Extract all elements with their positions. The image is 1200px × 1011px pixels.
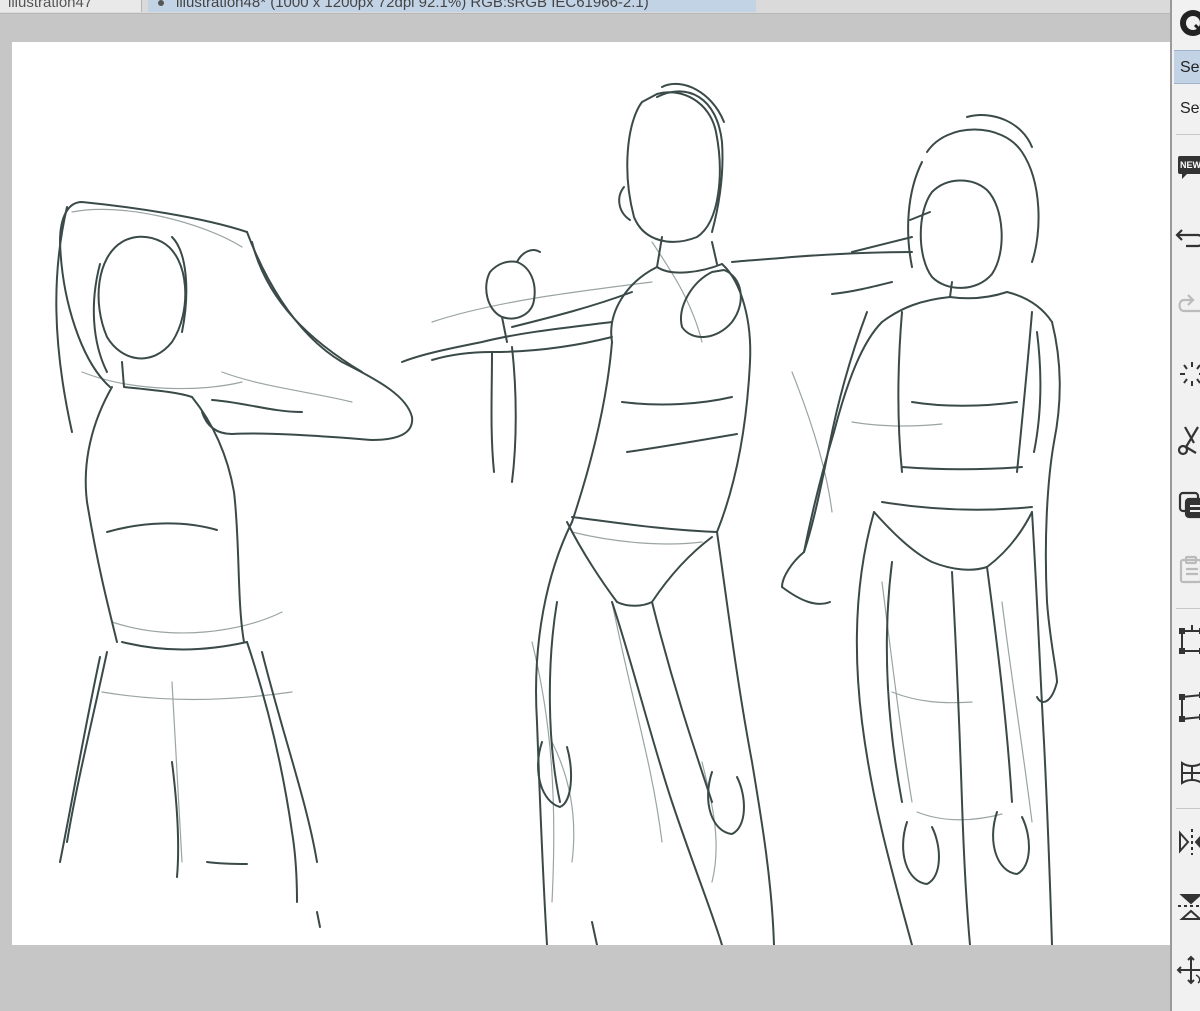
sketch-drawing [55, 82, 1061, 945]
set-button-label: Set [1180, 59, 1200, 76]
set-button-label: Set [1180, 100, 1200, 117]
redo-icon [1178, 294, 1200, 313]
unsaved-dot-icon [158, 0, 164, 7]
flip-horizontal-button[interactable] [1174, 822, 1200, 862]
set-button-2[interactable]: Set [1174, 92, 1200, 126]
new-badge: NEW [1178, 156, 1200, 174]
cut-button[interactable] [1174, 420, 1200, 460]
separator [1176, 134, 1200, 135]
undo-icon [1175, 229, 1200, 248]
canvas-workspace[interactable] [0, 14, 1170, 1011]
undo-button[interactable] [1174, 215, 1200, 255]
paste-button[interactable] [1174, 550, 1200, 590]
copy-icon [1178, 491, 1200, 519]
figure-left-sketch [55, 201, 414, 928]
figure-right-sketch [731, 114, 1061, 945]
free-transform-icon [1179, 692, 1200, 722]
tab-illustration47[interactable]: illustration47 [0, 0, 142, 12]
flip-vertical-button[interactable] [1174, 886, 1200, 926]
flip-horizontal-icon [1179, 829, 1200, 855]
tab-illustration48[interactable]: illustration48* (1000 x 1200px 72dpi 92.… [148, 0, 756, 12]
move-layer-button[interactable] [1174, 950, 1200, 990]
command-bar: Set Set NEW [1170, 0, 1200, 1011]
scale-rotate-button[interactable] [1174, 620, 1200, 660]
separator [1176, 808, 1200, 809]
set-button-1[interactable]: Set [1174, 50, 1200, 84]
copy-button[interactable] [1174, 484, 1200, 524]
figure-center-sketch [401, 82, 775, 945]
bounding-box-icon [1179, 625, 1200, 654]
tab-label: illustration48* (1000 x 1200px 72dpi 92.… [176, 0, 649, 11]
drawing-canvas[interactable] [12, 42, 1170, 945]
tab-label: illustration47 [8, 0, 93, 11]
search-icon [1180, 10, 1200, 36]
flip-vertical-icon [1178, 894, 1200, 920]
mesh-icon [1181, 761, 1200, 785]
spinner-icon [1180, 362, 1200, 386]
scissors-icon [1177, 426, 1199, 456]
document-tab-strip: illustration47 illustration48* (1000 x 1… [0, 0, 1170, 14]
mesh-transform-button[interactable] [1174, 752, 1200, 792]
progress-button[interactable] [1174, 354, 1200, 394]
clipboard-icon [1179, 555, 1200, 584]
new-icon: NEW [1174, 156, 1200, 180]
free-transform-button[interactable] [1174, 686, 1200, 726]
move-arrows-icon [1176, 955, 1200, 985]
search-button[interactable] [1174, 2, 1200, 44]
separator [1176, 608, 1200, 609]
redo-button[interactable] [1174, 280, 1200, 320]
new-button[interactable]: NEW [1174, 148, 1200, 188]
